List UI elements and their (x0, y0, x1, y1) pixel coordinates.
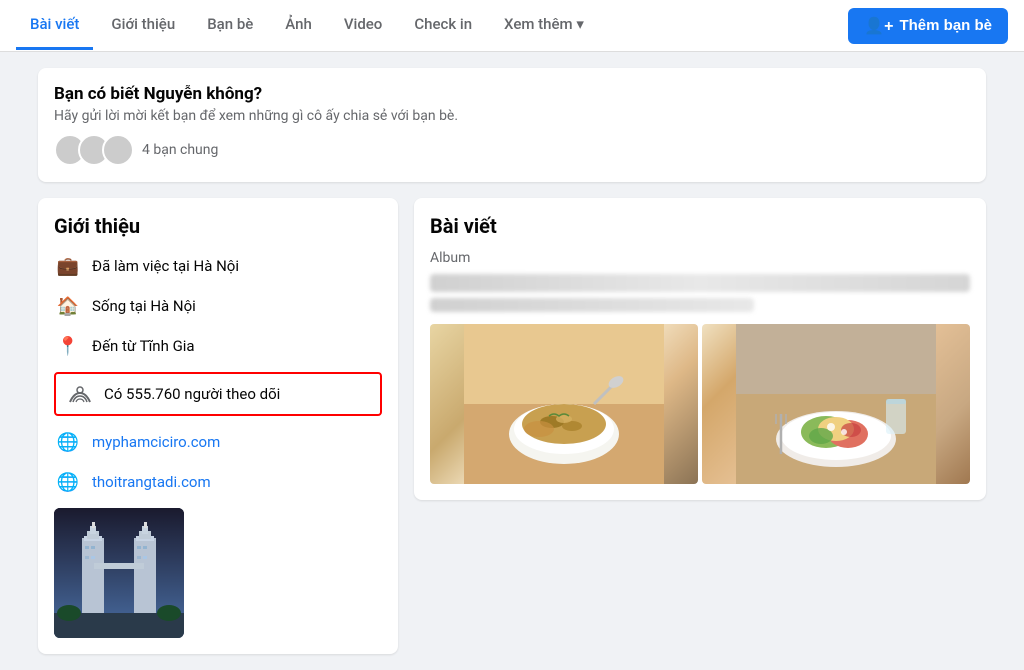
add-friend-button[interactable]: 👤+ Thêm bạn bè (848, 8, 1008, 44)
main-content: Bạn có biết Nguyễn không? Hãy gửi lời mờ… (22, 52, 1002, 670)
tab-bai-viet[interactable]: Bài viết (16, 1, 93, 50)
photo-thumb-inner (54, 508, 184, 638)
from-text: Đến từ Tĩnh Gia (92, 337, 195, 355)
tab-video[interactable]: Video (330, 1, 397, 50)
left-column: Giới thiệu 💼 Đã làm việc tại Hà Nội 🏠 Số… (38, 198, 398, 654)
website2-info-item: 🌐 thoitrangtadi.com (54, 468, 382, 496)
home-icon: 🏠 (54, 292, 82, 320)
blurred-bar-2 (430, 298, 754, 312)
two-col-layout: Giới thiệu 💼 Đã làm việc tại Hà Nội 🏠 Số… (38, 198, 986, 654)
food-photos-row (430, 324, 970, 484)
add-person-icon: 👤+ (864, 16, 893, 36)
tab-anh[interactable]: Ảnh (271, 1, 326, 50)
live-text: Sống tại Hà Nội (92, 297, 196, 315)
location-icon: 📍 (54, 332, 82, 360)
followers-highlight-box: Có 555.760 người theo dõi (54, 372, 382, 416)
live-info-item: 🏠 Sống tại Hà Nội (54, 292, 382, 320)
work-text: Đã làm việc tại Hà Nội (92, 257, 239, 275)
avatar (102, 134, 134, 166)
mutual-count: 4 bạn chung (142, 142, 218, 158)
website2-link[interactable]: thoitrangtadi.com (92, 473, 211, 491)
food-photo-1[interactable] (430, 324, 698, 484)
know-title: Bạn có biết Nguyễn không? (54, 84, 970, 104)
know-subtitle: Hãy gửi lời mời kết bạn để xem những gì … (54, 108, 970, 124)
mutual-friends-row: 4 bạn chung (54, 134, 970, 166)
work-icon: 💼 (54, 252, 82, 280)
tab-check-in[interactable]: Check in (400, 1, 486, 50)
intro-card: Giới thiệu 💼 Đã làm việc tại Hà Nội 🏠 Số… (38, 198, 398, 654)
posts-card: Bài viết Album (414, 198, 986, 500)
photo-thumbnail[interactable] (54, 508, 184, 638)
posts-title: Bài viết (430, 214, 970, 238)
food-photo-2[interactable] (702, 324, 970, 484)
tab-gioi-thieu[interactable]: Giới thiệu (97, 1, 189, 50)
tab-ban-be[interactable]: Bạn bè (193, 1, 267, 50)
top-navigation: Bài viết Giới thiệu Bạn bè Ảnh Video Che… (0, 0, 1024, 52)
globe-icon-1: 🌐 (54, 428, 82, 456)
avatar-stack (54, 134, 134, 166)
followers-text: Có 555.760 người theo dõi (104, 385, 280, 403)
right-column: Bài viết Album (414, 198, 986, 500)
website1-info-item: 🌐 myphamciciro.com (54, 428, 382, 456)
album-label: Album (430, 250, 970, 266)
blurred-bar-1 (430, 274, 970, 292)
nav-tabs-container: Bài viết Giới thiệu Bạn bè Ảnh Video Che… (16, 1, 848, 50)
intro-title: Giới thiệu (54, 214, 382, 238)
work-info-item: 💼 Đã làm việc tại Hà Nội (54, 252, 382, 280)
know-person-card: Bạn có biết Nguyễn không? Hãy gửi lời mờ… (38, 68, 986, 182)
globe-icon-2: 🌐 (54, 468, 82, 496)
followers-icon (66, 380, 94, 408)
website1-link[interactable]: myphamciciro.com (92, 433, 220, 451)
tab-xem-them[interactable]: Xem thêm ▾ (490, 1, 598, 50)
from-info-item: 📍 Đến từ Tĩnh Gia (54, 332, 382, 360)
